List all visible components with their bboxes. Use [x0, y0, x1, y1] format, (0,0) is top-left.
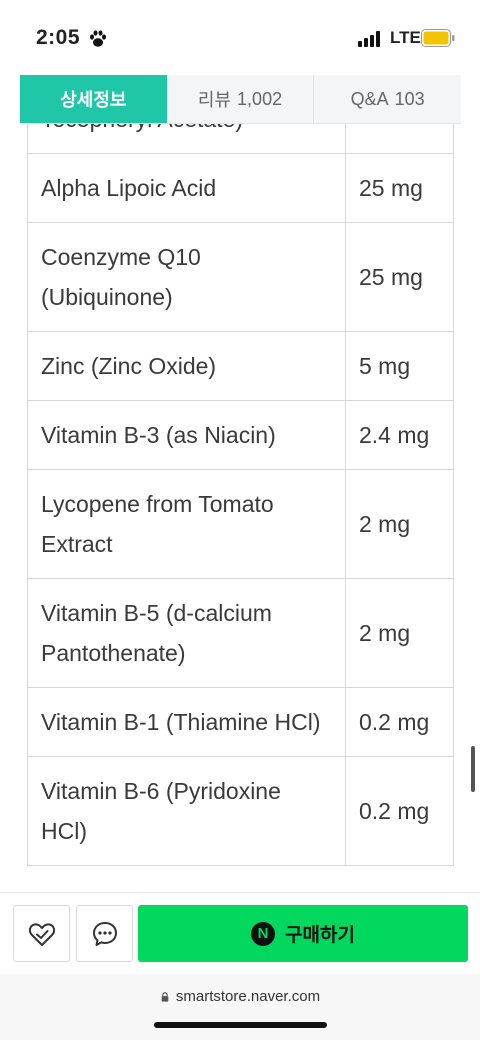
tab-details-label: 상세정보: [60, 90, 127, 110]
tab-details[interactable]: 상세정보: [20, 75, 167, 123]
table-row: Vitamin B-1 (Thiamine HCl) 0.2 mg: [27, 687, 454, 757]
signal-icon: [358, 31, 380, 47]
tab-reviews-label: 리뷰: [197, 90, 232, 110]
table-row: Vitamin B-5 (d-calcium Pantothenate) 2 m…: [27, 578, 454, 688]
tab-qna-count: 103: [394, 88, 425, 109]
table-row: Lycopene from Tomato Extract 2 mg: [27, 469, 454, 579]
ingredient-amount: 2.4 mg: [345, 400, 454, 470]
ingredient-name: Coenzyme Q10 (Ubiquinone): [27, 222, 346, 332]
ingredient-name: Vitamin B-6 (Pyridoxine HCl): [27, 756, 346, 866]
ingredient-amount: 2 mg: [345, 578, 454, 688]
ingredient-name: Zinc (Zinc Oxide): [27, 331, 346, 401]
detail-content[interactable]: Tocopheryl Acetate) Alpha Lipoic Acid 25…: [0, 124, 480, 892]
url-text: smartstore.naver.com: [175, 988, 321, 1005]
network-label: LTE: [390, 28, 421, 47]
buy-button[interactable]: N 구매하기: [138, 905, 468, 962]
ingredient-name: Lycopene from Tomato Extract: [27, 469, 346, 579]
buy-button-label: 구매하기: [285, 925, 355, 946]
ingredient-amount: 25 mg: [345, 222, 454, 332]
ingredient-amount: 0.2 mg: [345, 756, 454, 866]
npay-icon: N: [251, 921, 276, 946]
battery-icon: [421, 29, 455, 47]
tab-reviews[interactable]: 리뷰 1,002: [167, 75, 315, 123]
purchase-action-bar: N 구매하기: [0, 892, 480, 975]
talk-button[interactable]: [76, 905, 133, 962]
tab-qna[interactable]: Q&A 103: [314, 75, 461, 123]
product-tabs: 상세정보 리뷰 1,002 Q&A 103: [20, 75, 461, 124]
ingredient-amount: 25 mg: [345, 153, 454, 223]
table-row: Alpha Lipoic Acid 25 mg: [27, 153, 454, 223]
status-bar: 2:05 LTE: [0, 0, 480, 74]
ingredient-name: Vitamin B-1 (Thiamine HCl): [27, 687, 346, 757]
supplement-facts-table: Tocopheryl Acetate) Alpha Lipoic Acid 25…: [27, 124, 454, 866]
home-indicator[interactable]: [154, 1022, 327, 1028]
browser-address-bar[interactable]: smartstore.naver.com: [0, 974, 480, 1040]
ingredient-name: Vitamin B-5 (d-calcium Pantothenate): [27, 578, 346, 688]
tab-reviews-count: 1,002: [237, 88, 283, 109]
scrollbar[interactable]: [471, 746, 475, 792]
table-row: Tocopheryl Acetate): [27, 124, 454, 154]
table-row: Vitamin B-3 (as Niacin) 2.4 mg: [27, 400, 454, 470]
ingredient-amount: 0.2 mg: [345, 687, 454, 757]
chat-bubble-icon: [92, 921, 117, 946]
table-row: Vitamin B-6 (Pyridoxine HCl) 0.2 mg: [27, 756, 454, 866]
ingredient-name: Tocopheryl Acetate): [27, 124, 346, 154]
url-display[interactable]: smartstore.naver.com: [0, 988, 480, 1005]
paw-icon: [90, 30, 106, 47]
ingredient-name: Alpha Lipoic Acid: [27, 153, 346, 223]
wishlist-button[interactable]: [13, 905, 70, 962]
table-row: Coenzyme Q10 (Ubiquinone) 25 mg: [27, 222, 454, 332]
lock-icon: [161, 992, 169, 1002]
ingredient-amount: 5 mg: [345, 331, 454, 401]
status-time: 2:05: [36, 26, 81, 49]
ingredient-name: Vitamin B-3 (as Niacin): [27, 400, 346, 470]
heart-check-icon: [28, 922, 55, 946]
ingredient-amount: 2 mg: [345, 469, 454, 579]
table-row: Zinc (Zinc Oxide) 5 mg: [27, 331, 454, 401]
tab-qna-label: Q&A: [350, 88, 389, 109]
ingredient-amount: [345, 124, 454, 154]
